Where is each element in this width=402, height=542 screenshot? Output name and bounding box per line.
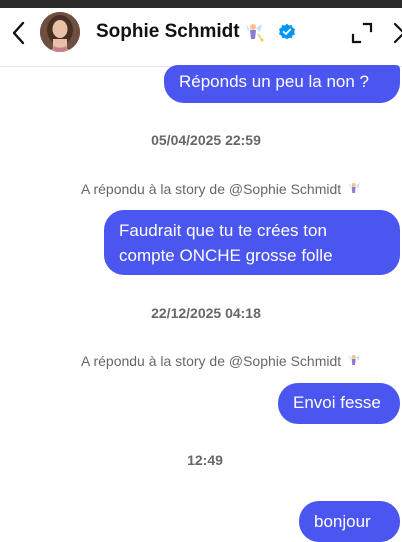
close-icon xyxy=(393,22,402,44)
back-button[interactable] xyxy=(6,20,32,46)
verified-badge-icon xyxy=(279,23,295,40)
chat-header: Sophie Schmidt xyxy=(0,8,402,67)
window-top-strip xyxy=(0,0,402,8)
fairy-emoji-icon xyxy=(349,183,360,193)
contact-name[interactable]: Sophie Schmidt xyxy=(96,21,240,43)
story-reply-text: A répondu à la story de @Sophie Schmidt xyxy=(81,181,342,197)
chevron-left-icon xyxy=(12,21,25,45)
message-text: Réponds un peu la non ? xyxy=(179,72,369,91)
timestamp: 12:49 xyxy=(187,452,223,468)
story-reply-note: A répondu à la story de @Sophie Schmidt xyxy=(81,353,361,369)
expand-button[interactable] xyxy=(350,21,374,45)
expand-icon xyxy=(351,22,373,44)
message-bubble-sent[interactable]: Faudrait que tu te crées ton compte ONCH… xyxy=(104,210,400,275)
message-bubble-sent[interactable]: bonjour xyxy=(299,501,400,542)
story-reply-text: A répondu à la story de @Sophie Schmidt xyxy=(81,353,342,369)
message-text: Envoi fesse xyxy=(293,393,381,412)
message-text: bonjour xyxy=(314,512,371,531)
fairy-emoji-icon xyxy=(246,24,264,42)
timestamp: 22/12/2025 04:18 xyxy=(151,305,261,321)
story-reply-note: A répondu à la story de @Sophie Schmidt xyxy=(81,181,361,197)
avatar[interactable] xyxy=(40,12,80,52)
fairy-emoji-icon xyxy=(349,355,360,365)
timestamp: 05/04/2025 22:59 xyxy=(151,132,261,148)
message-bubble-sent[interactable]: Envoi fesse xyxy=(278,383,400,424)
close-button[interactable] xyxy=(392,21,402,45)
message-bubble-sent[interactable]: Réponds un peu la non ? xyxy=(164,65,400,103)
message-text: Faudrait que tu te crées ton compte ONCH… xyxy=(119,221,333,265)
